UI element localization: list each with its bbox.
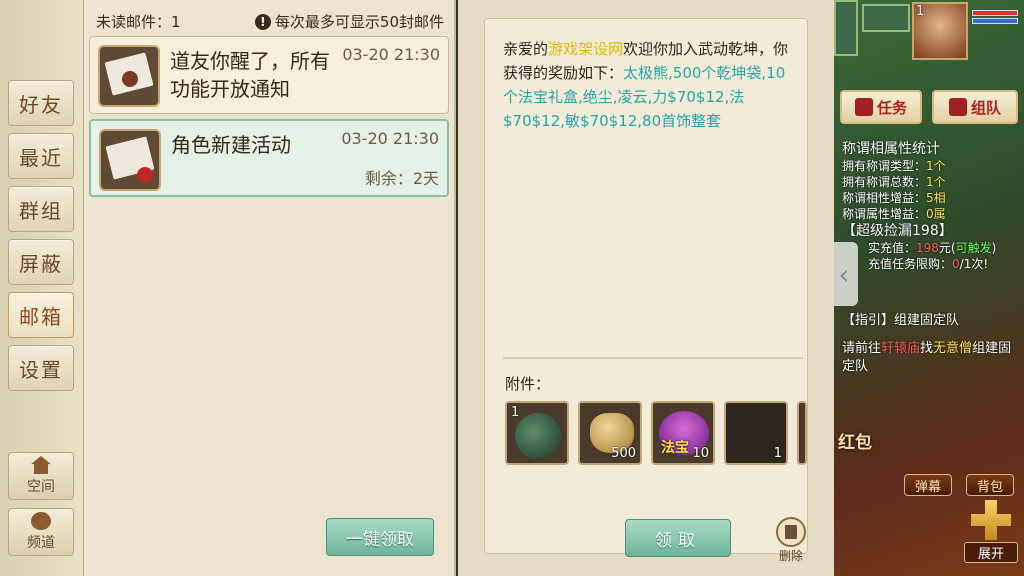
mount-icon <box>515 413 561 459</box>
mail-remaining: 剩余：2天 <box>364 169 439 188</box>
expand-button[interactable]: 展开 <box>964 500 1018 563</box>
stat-label: 拥有称谓类型： <box>842 159 927 173</box>
mail-list-header: 未读邮件：1 ! 每次最多可显示50封邮件 <box>90 8 452 32</box>
guide-npc: 无意僧 <box>933 341 973 356</box>
quest-icon <box>854 98 873 116</box>
tab-blocked[interactable]: 屏蔽 <box>8 239 74 285</box>
tab-settings[interactable]: 设置 <box>8 345 74 391</box>
task-label: 充值任务限购： <box>868 257 953 271</box>
stat-label: 拥有称谓总数： <box>842 175 927 189</box>
mail-detail-panel: 亲爱的游戏架设网欢迎你加入武动乾坤，你获得的奖励如下：太极熊,500个乾坤袋,1… <box>458 0 834 576</box>
attachment-slot[interactable]: 1 <box>505 401 569 465</box>
tab-mailbox[interactable]: 邮箱 <box>8 292 74 338</box>
divider <box>503 357 803 359</box>
mail-subject: 道友你醒了，所有功能开放通知 <box>170 49 330 101</box>
red-packet-button[interactable]: 红包 <box>838 428 872 453</box>
quest-button[interactable]: 任务 <box>840 90 922 124</box>
stat-label: 称谓属性增益： <box>842 207 927 221</box>
house-icon <box>31 456 51 474</box>
collapse-chevron-icon[interactable]: ‹ <box>834 242 858 306</box>
recharge-unit: 元( <box>938 241 956 255</box>
guide-mid: 找 <box>920 341 934 356</box>
attachment-slot[interactable]: 1 <box>724 401 788 465</box>
body-site: 游戏架设网 <box>548 40 624 58</box>
team-label: 组队 <box>970 98 1001 117</box>
stat-value: 0属 <box>926 207 946 221</box>
mail-item[interactable]: 道友你醒了，所有功能开放通知 03-20 21:30 <box>89 36 449 114</box>
space-label: 空间 <box>27 479 55 495</box>
attachment-slot-partial[interactable] <box>797 401 807 465</box>
stat-label: 称谓相性增益： <box>842 191 927 205</box>
event-title: 【超级捡漏198】 <box>842 223 953 239</box>
sidebar: 好友 最近 群组 屏蔽 邮箱 设置 空间 频道 <box>0 0 84 576</box>
task-total: /1次! <box>959 257 989 271</box>
recharge-trigger: 可触发 <box>955 241 992 255</box>
recharge-value: 198 <box>916 241 939 255</box>
unread-count: 未读邮件：1 <box>96 13 181 31</box>
stat-value: 5相 <box>926 191 946 205</box>
trash-icon <box>776 517 806 547</box>
mail-subject: 角色新建活动 <box>171 133 291 157</box>
stat-value: 1个 <box>926 175 946 189</box>
stat-value: 1个 <box>926 159 946 173</box>
mail-detail-card: 亲爱的游戏架设网欢迎你加入武动乾坤，你获得的奖励如下：太极熊,500个乾坤袋,1… <box>484 18 808 563</box>
hp-mp-bars <box>972 10 1018 32</box>
guide-pre: 请前往 <box>842 341 882 356</box>
mail-date: 03-20 21:30 <box>342 45 440 64</box>
mail-date: 03-20 21:30 <box>341 129 439 148</box>
tab-groups[interactable]: 群组 <box>8 186 74 232</box>
attachment-slot[interactable]: 500 <box>578 401 642 465</box>
guide-title: 【指引】组建固定队 <box>842 313 960 328</box>
channel-button[interactable]: 频道 <box>8 508 74 556</box>
slot-corner: 1 <box>511 405 520 420</box>
envelope-attachment-icon <box>99 129 161 191</box>
body-prefix: 亲爱的 <box>503 40 549 58</box>
task-value: 0 <box>952 257 960 271</box>
warning-icon: ! <box>254 13 271 30</box>
hud-frame <box>862 4 910 32</box>
team-button[interactable]: 组队 <box>932 90 1018 124</box>
title-stats: 称谓相属性统计 拥有称谓类型：1个 拥有称谓总数：1个 称谓相性增益：5相 称谓… <box>842 140 1022 272</box>
chat-bubble-icon <box>31 512 51 530</box>
claim-all-button[interactable]: 一键领取 <box>326 518 434 556</box>
plus-icon <box>971 500 1011 540</box>
quest-label: 任务 <box>876 98 907 117</box>
mail-body: 亲爱的游戏架设网欢迎你加入武动乾坤，你获得的奖励如下：太极熊,500个乾坤袋,1… <box>503 37 793 133</box>
game-hud: 1 任务 组队 称谓相属性统计 拥有称谓类型：1个 拥有称谓总数：1个 称谓相性… <box>834 0 1024 576</box>
claim-button[interactable]: 领取 <box>625 519 731 557</box>
tab-friends[interactable]: 好友 <box>8 80 74 126</box>
stats-title: 称谓相属性统计 <box>842 141 940 157</box>
slot-text: 法宝 <box>661 440 689 456</box>
guide-location: 轩辕庙 <box>881 341 921 356</box>
mail-list-panel: 未读邮件：1 ! 每次最多可显示50封邮件 道友你醒了，所有功能开放通知 03-… <box>84 0 456 576</box>
barrage-button[interactable]: 弹幕 <box>904 474 952 496</box>
guide-text[interactable]: 【指引】组建固定队 请前往轩辕庙找无意僧组建固定队 <box>842 312 1022 376</box>
player-level: 1 <box>916 4 925 19</box>
space-button[interactable]: 空间 <box>8 452 74 500</box>
attachment-slot[interactable]: 法宝 10 <box>651 401 715 465</box>
bag-button[interactable]: 背包 <box>966 474 1014 496</box>
attachments-label: 附件： <box>505 375 551 393</box>
avatar[interactable]: 1 <box>912 2 968 60</box>
envelope-icon <box>98 45 160 107</box>
mail-limit-text: 每次最多可显示50封邮件 <box>274 13 444 31</box>
slot-count: 1 <box>773 446 782 461</box>
tab-recent[interactable]: 最近 <box>8 133 74 179</box>
mail-limit-notice: ! 每次最多可显示50封邮件 <box>254 11 444 32</box>
recharge-label: 实充值： <box>868 241 917 255</box>
recharge-end: ) <box>991 241 997 255</box>
hud-frame <box>834 0 858 56</box>
delete-label: 删除 <box>778 549 803 563</box>
slot-count: 500 <box>611 446 636 461</box>
team-icon <box>948 98 967 116</box>
delete-button[interactable]: 删除 <box>771 517 811 563</box>
channel-label: 频道 <box>27 535 55 551</box>
slot-count: 10 <box>692 446 709 461</box>
mail-item-selected[interactable]: 角色新建活动 03-20 21:30 剩余：2天 <box>89 119 449 197</box>
expand-label: 展开 <box>964 542 1018 563</box>
